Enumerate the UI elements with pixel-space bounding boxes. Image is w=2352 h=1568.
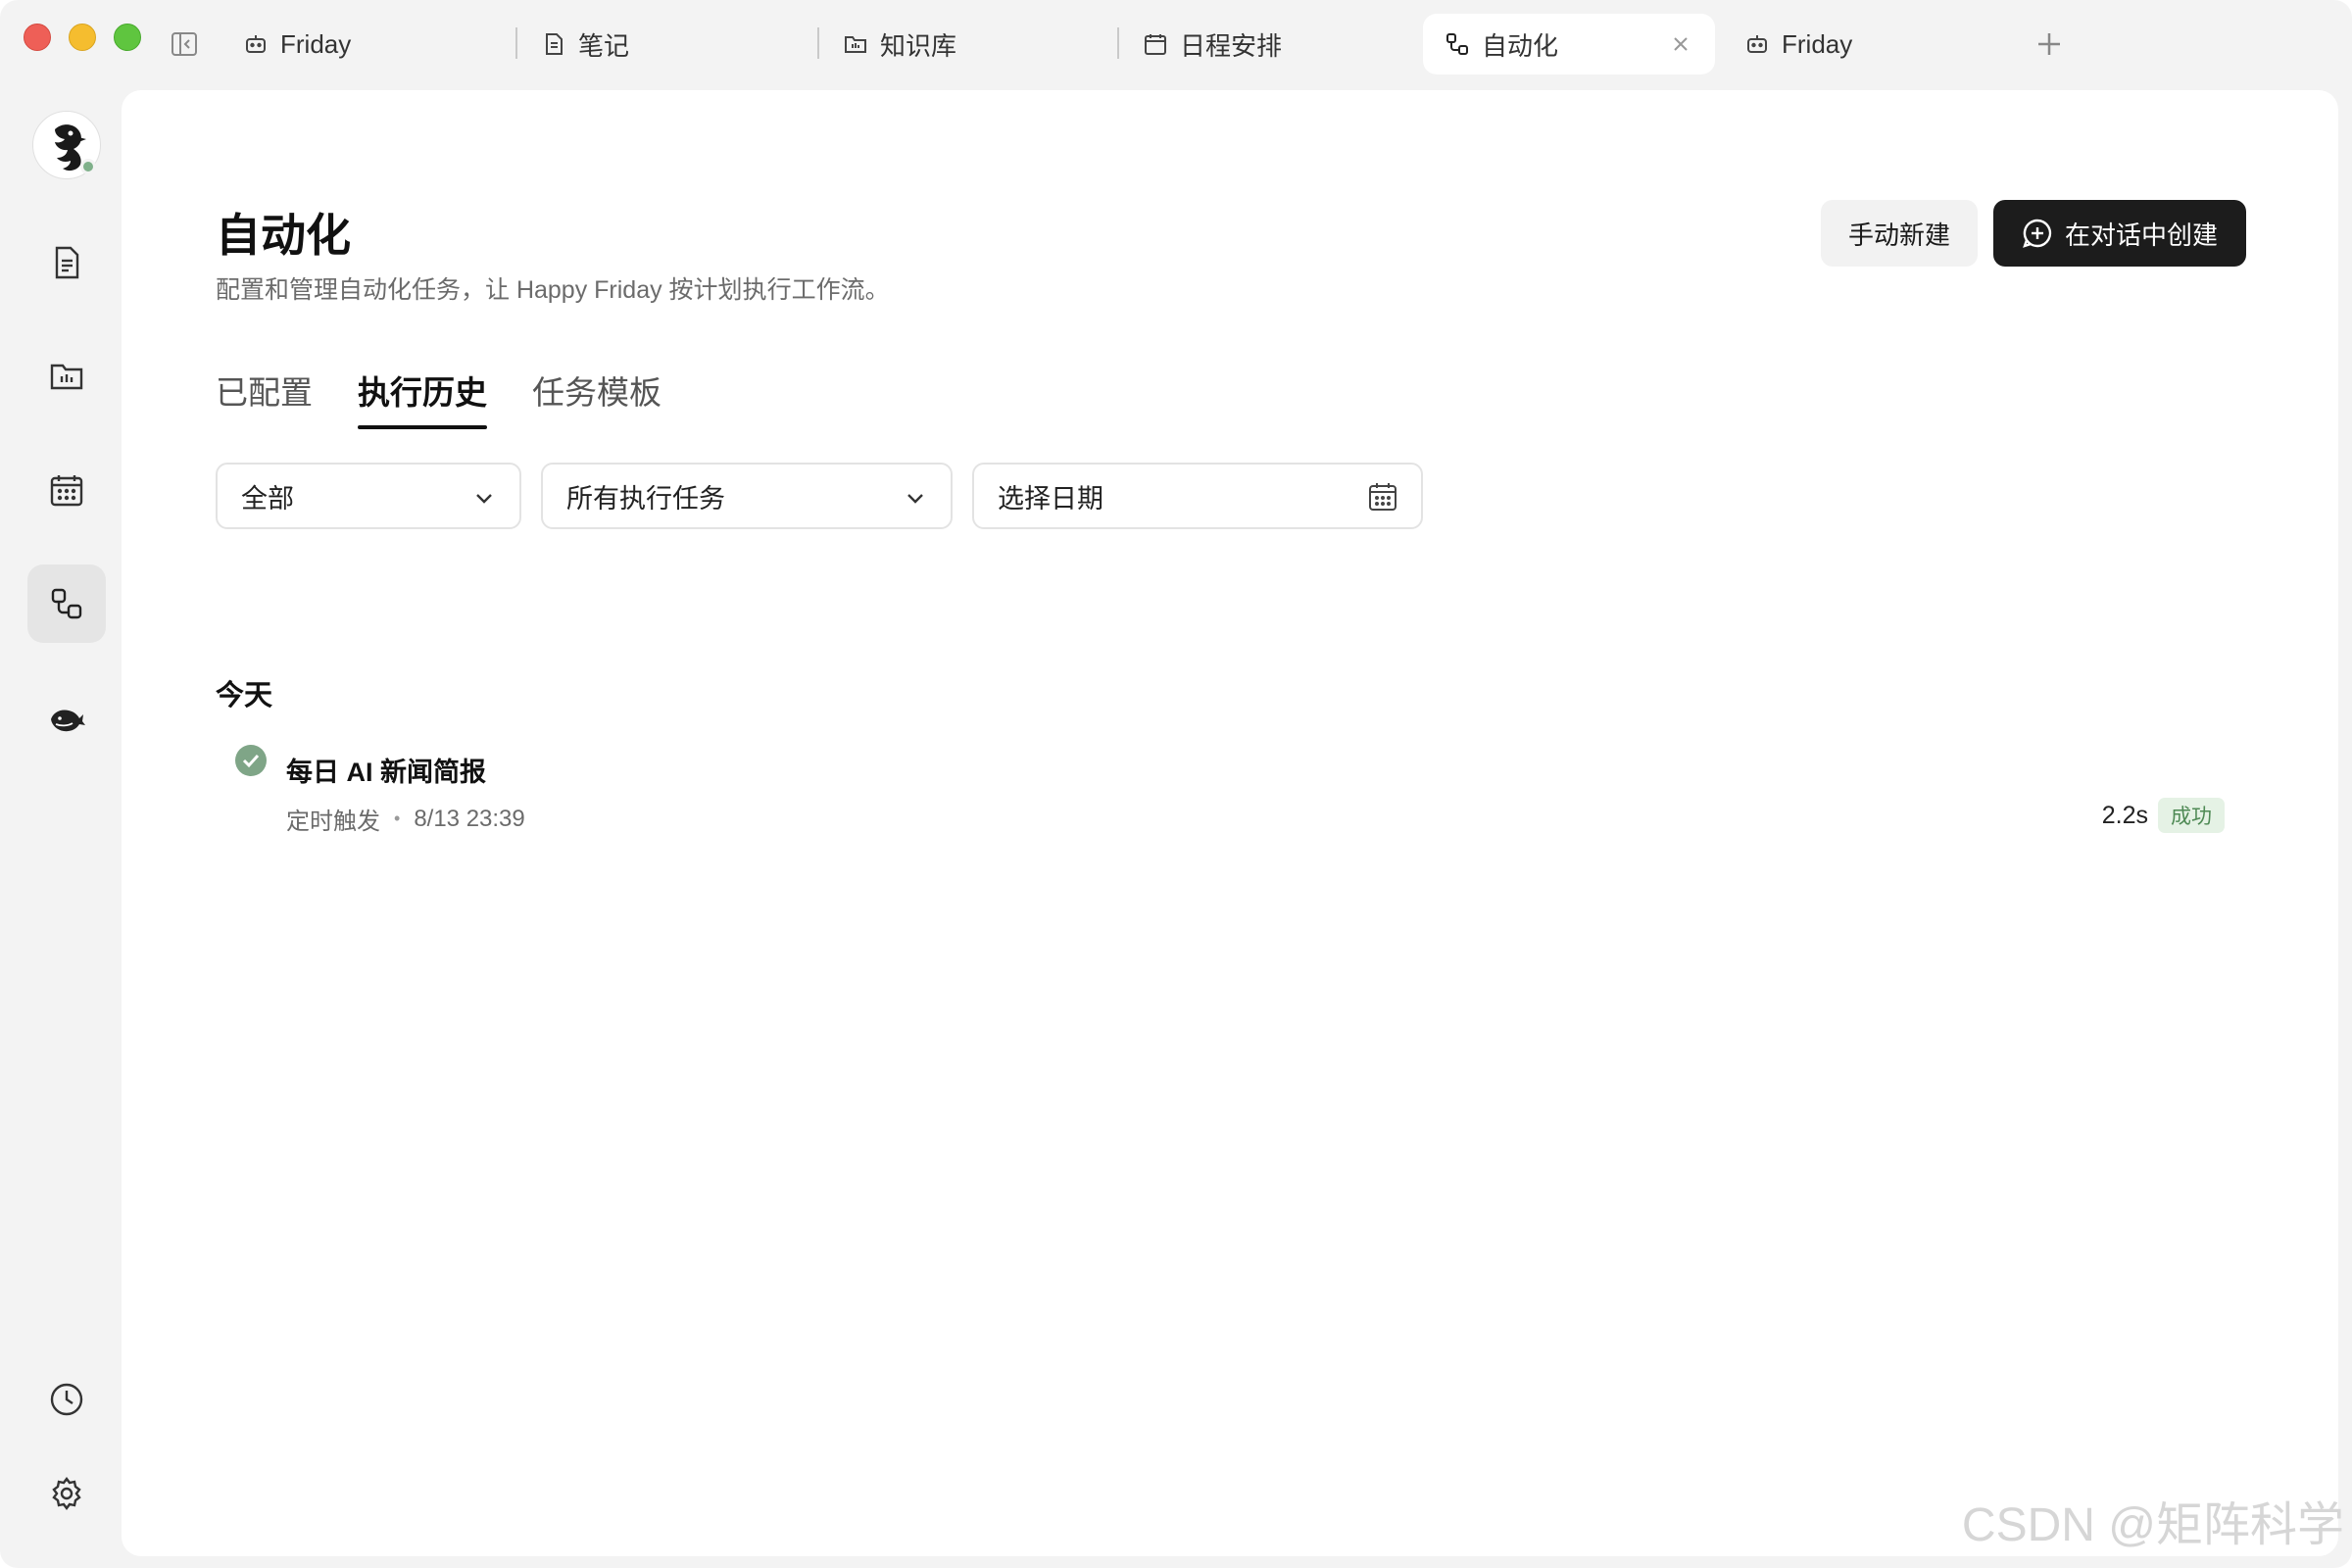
run-time: 8/13 23:39 bbox=[414, 805, 525, 832]
automation-icon bbox=[1445, 31, 1470, 57]
tab-notes[interactable]: 笔记 bbox=[519, 14, 651, 74]
page-title: 自动化 bbox=[216, 210, 351, 261]
task-filter-select[interactable]: 所有执行任务 bbox=[541, 463, 953, 529]
close-icon[interactable] bbox=[1670, 31, 1691, 53]
check-circle-icon bbox=[235, 745, 267, 776]
calendar-icon bbox=[1143, 31, 1168, 57]
tab-friday-2[interactable]: Friday bbox=[1723, 14, 1874, 74]
app-window: Friday 笔记 知识库 日程安排 自动化 Friday 自动化 配置和管理自… bbox=[0, 0, 2352, 1568]
sidebar-calendar-button[interactable] bbox=[27, 451, 106, 529]
close-window-button[interactable] bbox=[24, 24, 51, 51]
robot-icon bbox=[1744, 31, 1770, 57]
status-badge: 成功 bbox=[2158, 798, 2225, 833]
clock-icon bbox=[50, 1383, 83, 1416]
sidebar-agent-button[interactable] bbox=[27, 678, 106, 757]
run-title: 每日 AI 新闻简报 bbox=[286, 758, 487, 787]
calendar-icon bbox=[50, 475, 83, 507]
tab-divider bbox=[515, 27, 517, 59]
date-picker-input[interactable]: 选择日期 bbox=[972, 463, 1423, 529]
tab-friday[interactable]: Friday bbox=[221, 14, 372, 74]
tab-divider bbox=[817, 27, 819, 59]
document-icon bbox=[541, 31, 566, 57]
sidebar-knowledge-button[interactable] bbox=[27, 337, 106, 416]
manual-create-label: 手动新建 bbox=[1847, 220, 1950, 250]
date-picker-placeholder: 选择日期 bbox=[998, 483, 1103, 514]
create-in-chat-button[interactable]: 在对话中创建 bbox=[1993, 200, 2246, 267]
tab-automation[interactable]: 自动化 bbox=[1423, 14, 1715, 74]
document-icon bbox=[55, 246, 79, 279]
status-filter-value: 全部 bbox=[241, 483, 294, 514]
sidebar-history-button[interactable] bbox=[27, 1360, 106, 1439]
status-filter-select[interactable]: 全部 bbox=[216, 463, 521, 529]
tab-history[interactable]: 执行历史 bbox=[358, 367, 487, 429]
watermark-text: CSDN @矩阵科学 bbox=[1961, 1499, 2344, 1551]
gear-icon bbox=[52, 1477, 81, 1510]
tab-label: 自动化 bbox=[1482, 30, 1559, 61]
tab-label: 笔记 bbox=[578, 30, 630, 61]
online-status-dot bbox=[80, 159, 96, 174]
tab-configured[interactable]: 已配置 bbox=[216, 367, 313, 429]
whale-icon bbox=[51, 710, 85, 732]
section-today-label: 今天 bbox=[216, 680, 273, 711]
run-meta: 定时触发 • 8/13 23:39 bbox=[286, 802, 525, 836]
tab-schedule[interactable]: 日程安排 bbox=[1121, 14, 1303, 74]
tab-label: 知识库 bbox=[880, 30, 957, 61]
history-list-item[interactable]: 每日 AI 新闻简报 定时触发 • 8/13 23:39 2.2s 成功 bbox=[216, 737, 2225, 835]
run-trigger: 定时触发 bbox=[286, 808, 380, 835]
meta-separator: • bbox=[394, 808, 401, 828]
create-in-chat-label: 在对话中创建 bbox=[2064, 220, 2218, 250]
tab-label: Friday bbox=[280, 28, 352, 59]
automation-icon bbox=[51, 588, 82, 619]
sidebar-automation-button[interactable] bbox=[27, 564, 106, 643]
task-filter-value: 所有执行任务 bbox=[566, 483, 725, 514]
chevron-down-icon bbox=[904, 486, 927, 510]
tab-label: 日程安排 bbox=[1180, 30, 1283, 61]
add-tab-icon[interactable] bbox=[2033, 27, 2066, 61]
tab-label: Friday bbox=[1782, 28, 1853, 59]
calendar-icon bbox=[1366, 480, 1399, 514]
minimize-window-button[interactable] bbox=[69, 24, 96, 51]
tab-knowledge-base[interactable]: 知识库 bbox=[821, 14, 978, 74]
window-controls bbox=[24, 24, 141, 51]
folder-icon bbox=[843, 31, 868, 57]
robot-icon bbox=[243, 31, 269, 57]
page-subtitle: 配置和管理自动化任务，让 Happy Friday 按计划执行工作流。 bbox=[216, 276, 890, 304]
chevron-down-icon bbox=[472, 486, 496, 510]
manual-create-button[interactable]: 手动新建 bbox=[1821, 200, 1978, 267]
tab-divider bbox=[1117, 27, 1119, 59]
sidebar-settings-button[interactable] bbox=[27, 1454, 106, 1533]
run-duration: 2.2s bbox=[2101, 802, 2148, 829]
sidebar-toggle-icon[interactable] bbox=[171, 30, 198, 58]
automation-tabs: 已配置 执行历史 任务模板 bbox=[216, 367, 662, 429]
tab-templates[interactable]: 任务模板 bbox=[532, 367, 662, 429]
sidebar-notes-button[interactable] bbox=[27, 223, 106, 302]
zoom-window-button[interactable] bbox=[114, 24, 141, 51]
folder-icon bbox=[50, 364, 83, 390]
main-panel: 自动化 配置和管理自动化任务，让 Happy Friday 按计划执行工作流。 … bbox=[122, 90, 2338, 1556]
chat-plus-icon bbox=[2023, 219, 2052, 248]
